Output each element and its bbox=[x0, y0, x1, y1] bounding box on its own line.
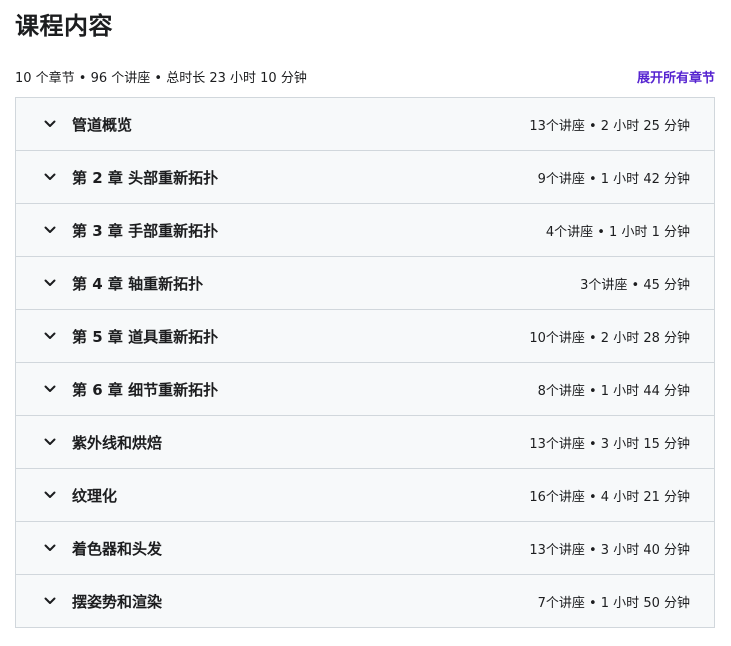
chevron-down-icon bbox=[43, 594, 57, 608]
chevron-down-icon bbox=[43, 435, 57, 449]
section-title: 紫外线和烘焙 bbox=[72, 433, 163, 452]
section-header-1[interactable]: 管道概览 13个讲座 • 2 小时 25 分钟 bbox=[16, 98, 714, 151]
section-header-9[interactable]: 着色器和头发 13个讲座 • 3 小时 40 分钟 bbox=[16, 522, 714, 575]
section-header-4[interactable]: 第 4 章 轴重新拓扑 3个讲座 • 45 分钟 bbox=[16, 257, 714, 310]
chevron-down-icon bbox=[43, 170, 57, 184]
chevron-down-icon bbox=[43, 117, 57, 131]
chevron-down-icon bbox=[43, 223, 57, 237]
chevron-down-icon bbox=[43, 276, 57, 290]
section-meta: 3个讲座 • 45 分钟 bbox=[580, 277, 690, 293]
section-title: 第 2 章 头部重新拓扑 bbox=[72, 168, 219, 187]
course-summary-row: 10 个章节 • 96 个讲座 • 总时长 23 小时 10 分钟 展开所有章节 bbox=[15, 66, 715, 86]
section-meta: 13个讲座 • 3 小时 40 分钟 bbox=[529, 542, 690, 558]
section-meta: 9个讲座 • 1 小时 42 分钟 bbox=[537, 171, 690, 187]
section-header-10[interactable]: 摆姿势和渲染 7个讲座 • 1 小时 50 分钟 bbox=[16, 575, 714, 627]
section-title: 着色器和头发 bbox=[72, 539, 163, 558]
section-meta: 4个讲座 • 1 小时 1 分钟 bbox=[545, 224, 690, 240]
section-header-5[interactable]: 第 5 章 道具重新拓扑 10个讲座 • 2 小时 28 分钟 bbox=[16, 310, 714, 363]
course-content-title: 课程内容 bbox=[15, 12, 113, 40]
section-header-3[interactable]: 第 3 章 手部重新拓扑 4个讲座 • 1 小时 1 分钟 bbox=[16, 204, 714, 257]
section-title: 第 3 章 手部重新拓扑 bbox=[72, 221, 219, 240]
section-meta: 16个讲座 • 4 小时 21 分钟 bbox=[529, 489, 690, 505]
sections-accordion: 管道概览 13个讲座 • 2 小时 25 分钟 第 2 章 头部重新拓扑 9个讲… bbox=[15, 97, 715, 628]
chevron-down-icon bbox=[43, 488, 57, 502]
section-title: 第 4 章 轴重新拓扑 bbox=[72, 274, 204, 293]
section-meta: 10个讲座 • 2 小时 28 分钟 bbox=[529, 330, 690, 346]
course-summary: 10 个章节 • 96 个讲座 • 总时长 23 小时 10 分钟 bbox=[15, 70, 307, 86]
section-meta: 13个讲座 • 3 小时 15 分钟 bbox=[529, 436, 690, 452]
section-meta: 8个讲座 • 1 小时 44 分钟 bbox=[537, 383, 690, 399]
expand-all-sections-button[interactable]: 展开所有章节 bbox=[637, 67, 715, 86]
section-title: 第 6 章 细节重新拓扑 bbox=[72, 380, 219, 399]
section-header-8[interactable]: 纹理化 16个讲座 • 4 小时 21 分钟 bbox=[16, 469, 714, 522]
section-title: 管道概览 bbox=[72, 115, 133, 134]
section-title: 摆姿势和渲染 bbox=[72, 592, 163, 611]
chevron-down-icon bbox=[43, 541, 57, 555]
section-header-6[interactable]: 第 6 章 细节重新拓扑 8个讲座 • 1 小时 44 分钟 bbox=[16, 363, 714, 416]
section-meta: 7个讲座 • 1 小时 50 分钟 bbox=[537, 595, 690, 611]
chevron-down-icon bbox=[43, 382, 57, 396]
chevron-down-icon bbox=[43, 329, 57, 343]
section-title: 纹理化 bbox=[72, 486, 118, 505]
section-header-7[interactable]: 紫外线和烘焙 13个讲座 • 3 小时 15 分钟 bbox=[16, 416, 714, 469]
section-meta: 13个讲座 • 2 小时 25 分钟 bbox=[529, 118, 690, 134]
section-title: 第 5 章 道具重新拓扑 bbox=[72, 327, 219, 346]
section-header-2[interactable]: 第 2 章 头部重新拓扑 9个讲座 • 1 小时 42 分钟 bbox=[16, 151, 714, 204]
